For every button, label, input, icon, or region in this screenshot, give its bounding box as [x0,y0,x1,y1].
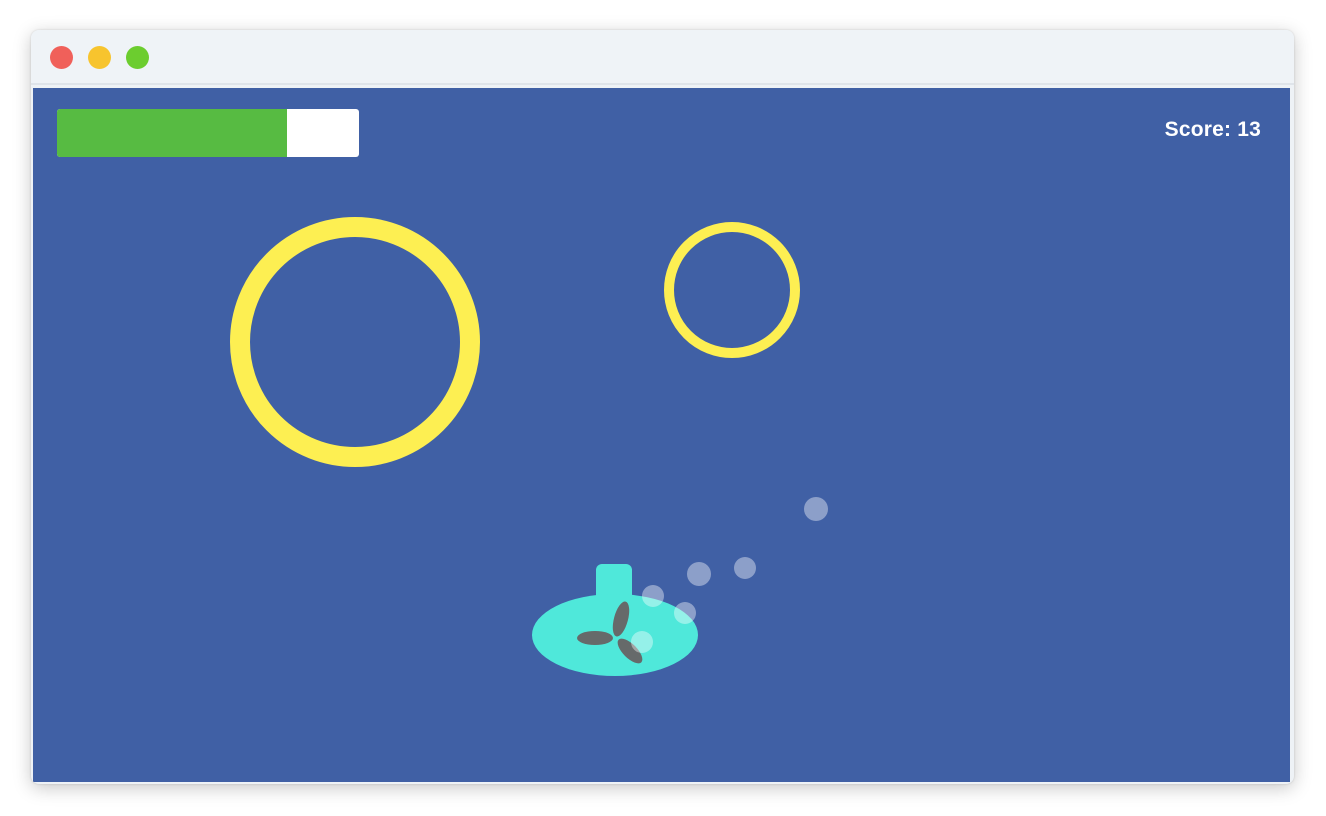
bubble [674,602,696,624]
game-scene [230,217,828,676]
bubble [687,562,711,586]
score-display: Score: 13 [1165,118,1261,142]
browser-window: Score: 13 [31,30,1294,784]
health-bar [57,109,359,157]
health-bar-fill [57,109,287,157]
large-yellow-ring[interactable] [230,217,480,467]
submarine[interactable] [532,564,698,676]
bubble [642,585,664,607]
window-titlebar [31,30,1294,85]
score-label: Score: [1164,118,1232,141]
minimize-window-button[interactable] [88,46,111,69]
zoom-window-button[interactable] [126,46,149,69]
bubble [631,631,653,653]
score-value: 13 [1237,118,1261,141]
small-yellow-ring[interactable] [664,222,800,358]
bubble [734,557,756,579]
close-window-button[interactable] [50,46,73,69]
bubble [804,497,828,521]
game-canvas[interactable]: Score: 13 [33,88,1290,782]
